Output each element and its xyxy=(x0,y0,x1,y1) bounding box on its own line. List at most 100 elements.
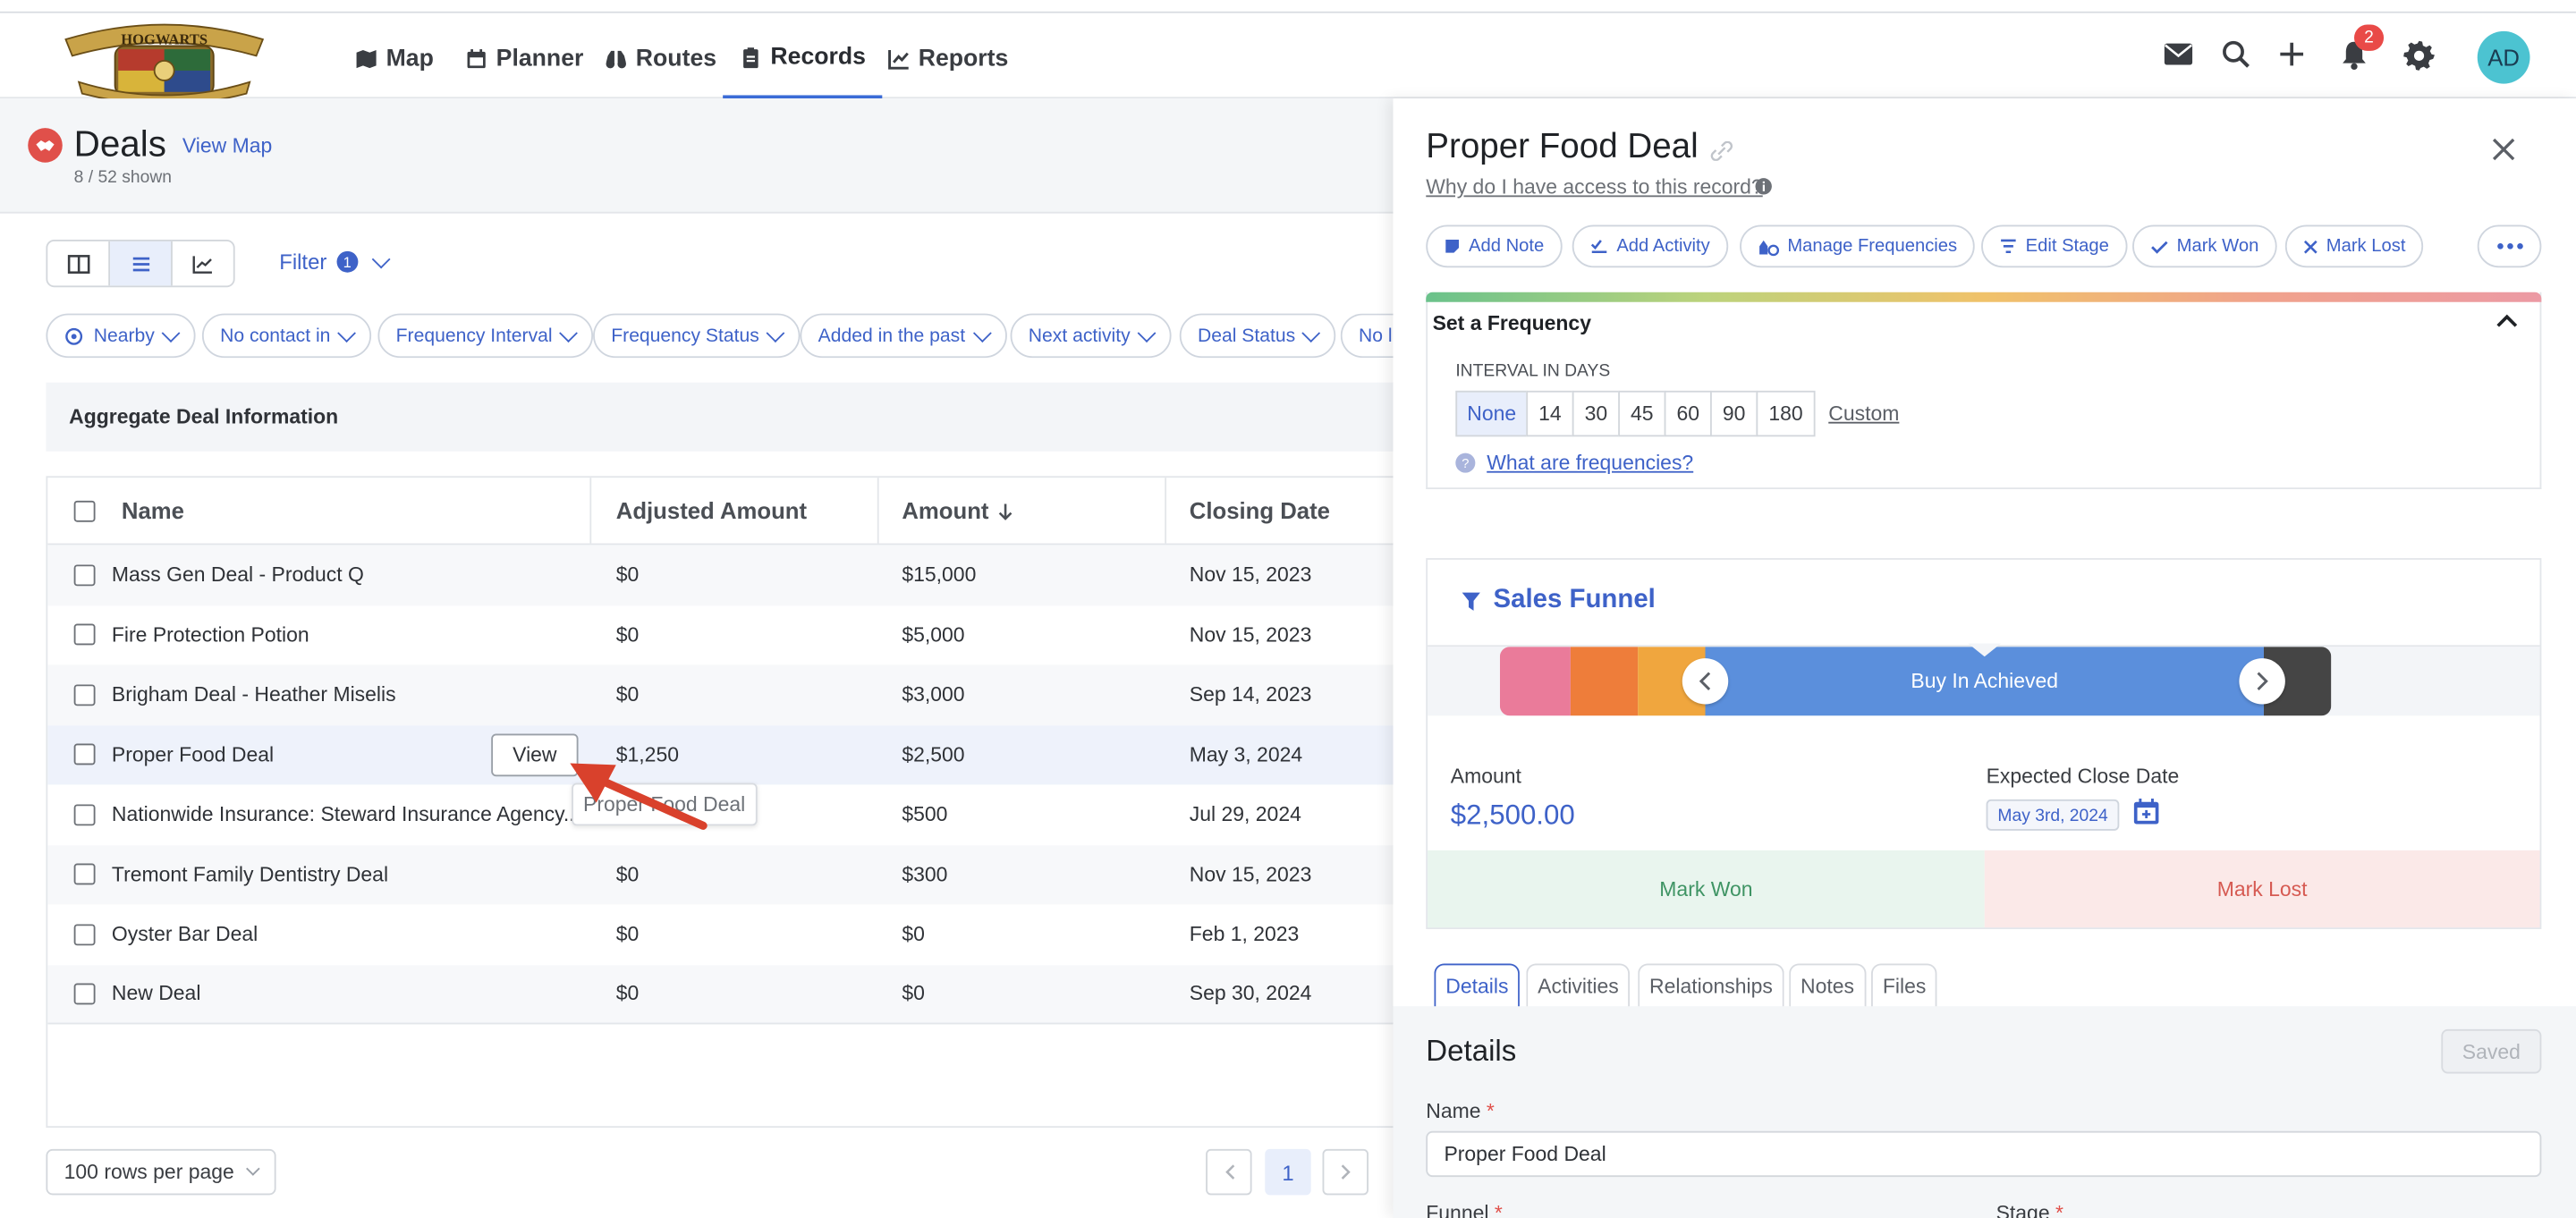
cell-adjusted: $0 xyxy=(615,683,640,706)
filter-chip-label: Frequency Status xyxy=(611,326,759,346)
interval-option-60[interactable]: 60 xyxy=(1664,390,1712,437)
column-divider xyxy=(877,478,879,544)
nav-routes[interactable]: Routes xyxy=(601,20,720,98)
search-icon[interactable] xyxy=(2218,36,2254,72)
plus-icon[interactable] xyxy=(2274,36,2309,72)
view-map-link[interactable]: View Map xyxy=(182,135,272,158)
table-row[interactable]: Fire Protection Potion $0 $5,000 Nov 15,… xyxy=(47,605,1424,664)
access-link[interactable]: Why do I have access to this record? xyxy=(1426,175,1762,199)
list-view-button[interactable] xyxy=(110,241,173,286)
aggregate-deal-info[interactable]: Aggregate Deal Information xyxy=(46,382,1394,452)
mark-won-button[interactable]: Mark Won xyxy=(2132,224,2277,268)
interval-option-90[interactable]: 90 xyxy=(1710,390,1758,437)
cell-adjusted: $0 xyxy=(615,982,640,1005)
filter-chip-frequency-interval[interactable]: Frequency Interval xyxy=(377,313,594,359)
filter-chip-label: No contact in xyxy=(220,326,331,346)
tab-details[interactable]: Details xyxy=(1434,963,1521,1009)
tab-relationships[interactable]: Relationships xyxy=(1638,963,1784,1009)
mark-lost-button[interactable]: Mark Lost xyxy=(2284,224,2424,268)
manage-frequencies-button[interactable]: Manage Frequencies xyxy=(1740,224,1976,268)
board-view-button[interactable] xyxy=(47,241,111,286)
header-adjusted-amount[interactable]: Adjusted Amount xyxy=(616,478,807,543)
tab-files[interactable]: Files xyxy=(1871,963,1938,1009)
interval-option-45[interactable]: 45 xyxy=(1618,390,1666,437)
row-checkbox[interactable] xyxy=(73,563,96,586)
filter-chip-frequency-status[interactable]: Frequency Status xyxy=(593,313,801,359)
interval-label: INTERVAL IN DAYS xyxy=(1455,360,1611,381)
add-activity-button[interactable]: Add Activity xyxy=(1572,224,1728,268)
interval-option-30[interactable]: 30 xyxy=(1572,390,1620,437)
close-icon[interactable] xyxy=(2486,131,2521,167)
filter-chip-deal-status[interactable]: Deal Status xyxy=(1179,313,1337,359)
close-date-value[interactable]: May 3rd, 2024 xyxy=(1986,799,2120,831)
chevron-left-icon xyxy=(1699,672,1711,690)
filter-chip-next-activity[interactable]: Next activity xyxy=(1010,313,1172,359)
stage-current[interactable]: Buy In Achieved xyxy=(1705,647,2264,716)
name-field[interactable]: Proper Food Deal xyxy=(1426,1130,2542,1178)
next-page-button[interactable] xyxy=(1322,1148,1368,1196)
row-checkbox[interactable] xyxy=(73,923,96,945)
hogwarts-logo[interactable]: HOGWARTS xyxy=(49,16,279,106)
edit-stage-button[interactable]: Edit Stage xyxy=(1981,224,2128,268)
tab-activities[interactable]: Activities xyxy=(1526,963,1631,1009)
cell-adjusted: $0 xyxy=(615,863,640,886)
table-row-selected[interactable]: Proper Food Deal View $1,250 $2,500 May … xyxy=(47,724,1425,785)
link-icon[interactable] xyxy=(1708,140,1734,161)
sales-funnel-title: Sales Funnel xyxy=(1493,586,1656,614)
calendar-icon xyxy=(467,49,486,69)
table-row[interactable]: Mass Gen Deal - Product Q $0 $15,000 Nov… xyxy=(47,545,1425,605)
table-row[interactable]: Tremont Family Dentistry Deal $0 $300 No… xyxy=(47,844,1425,905)
rows-per-page-select[interactable]: 100 rows per page xyxy=(46,1148,275,1196)
stage-segment[interactable] xyxy=(1499,647,1571,716)
filter-button[interactable]: Filter 1 xyxy=(279,249,391,275)
row-checkbox[interactable] xyxy=(73,683,96,706)
close-date-label: Expected Close Date xyxy=(1986,765,2180,789)
prev-page-button[interactable] xyxy=(1206,1148,1252,1196)
gear-icon[interactable] xyxy=(2400,36,2436,72)
chart-view-button[interactable] xyxy=(173,241,233,286)
nav-map[interactable]: Map xyxy=(352,20,437,98)
chevron-down-icon xyxy=(972,323,991,343)
page-number-current[interactable]: 1 xyxy=(1265,1148,1311,1196)
add-note-button[interactable]: Add Note xyxy=(1426,224,1563,268)
table-row[interactable]: Brigham Deal - Heather Miselis $0 $3,000… xyxy=(47,664,1425,725)
funnel-mark-lost-button[interactable]: Mark Lost xyxy=(1984,850,2540,928)
nav-reports[interactable]: Reports xyxy=(884,20,1012,98)
row-checkbox[interactable] xyxy=(73,863,96,885)
map-icon xyxy=(356,49,377,69)
row-checkbox[interactable] xyxy=(73,623,96,646)
row-checkbox[interactable] xyxy=(73,743,96,765)
more-actions-button[interactable] xyxy=(2477,224,2542,268)
funnel-mark-won-button[interactable]: Mark Won xyxy=(1428,850,1985,928)
nav-records[interactable]: Records xyxy=(723,20,883,99)
avatar[interactable]: AD xyxy=(2477,30,2530,84)
header-amount[interactable]: Amount xyxy=(902,478,1013,543)
envelope-icon[interactable] xyxy=(2160,36,2196,72)
nav-planner[interactable]: Planner xyxy=(462,20,587,98)
custom-interval-link[interactable]: Custom xyxy=(1828,402,1899,426)
amount-value[interactable]: $2,500.00 xyxy=(1451,799,1575,833)
calendar-add-icon[interactable] xyxy=(2132,798,2160,825)
interval-option-14[interactable]: 14 xyxy=(1526,390,1574,437)
chevron-up-icon[interactable] xyxy=(2496,314,2519,329)
stage-prev-button[interactable] xyxy=(1682,658,1729,705)
header-name[interactable]: Name xyxy=(122,478,184,543)
filter-chip-nearby[interactable]: Nearby xyxy=(46,313,196,359)
stage-next-button[interactable] xyxy=(2239,658,2285,705)
tab-notes[interactable]: Notes xyxy=(1789,963,1866,1009)
info-icon[interactable] xyxy=(1755,177,1773,195)
filter-chip-added[interactable]: Added in the past xyxy=(800,313,1007,359)
interval-option-none[interactable]: None xyxy=(1455,390,1529,437)
saved-button[interactable]: Saved xyxy=(2441,1028,2542,1074)
select-all-checkbox[interactable] xyxy=(73,478,96,543)
table-row[interactable]: Oyster Bar Deal $0 $0 Feb 1, 2023 xyxy=(47,904,1424,964)
header-closing-date[interactable]: Closing Date xyxy=(1190,478,1330,543)
filter-chip-label: Next activity xyxy=(1028,326,1131,346)
stage-segment[interactable] xyxy=(1570,647,1639,716)
frequency-help-link[interactable]: What are frequencies? xyxy=(1487,452,1693,475)
row-checkbox[interactable] xyxy=(73,983,96,1004)
filter-chip-no-contact[interactable]: No contact in xyxy=(201,313,372,359)
row-checkbox[interactable] xyxy=(73,803,96,825)
interval-option-180[interactable]: 180 xyxy=(1756,390,1816,437)
table-row[interactable]: New Deal $0 $0 Sep 30, 2024 xyxy=(47,964,1425,1025)
